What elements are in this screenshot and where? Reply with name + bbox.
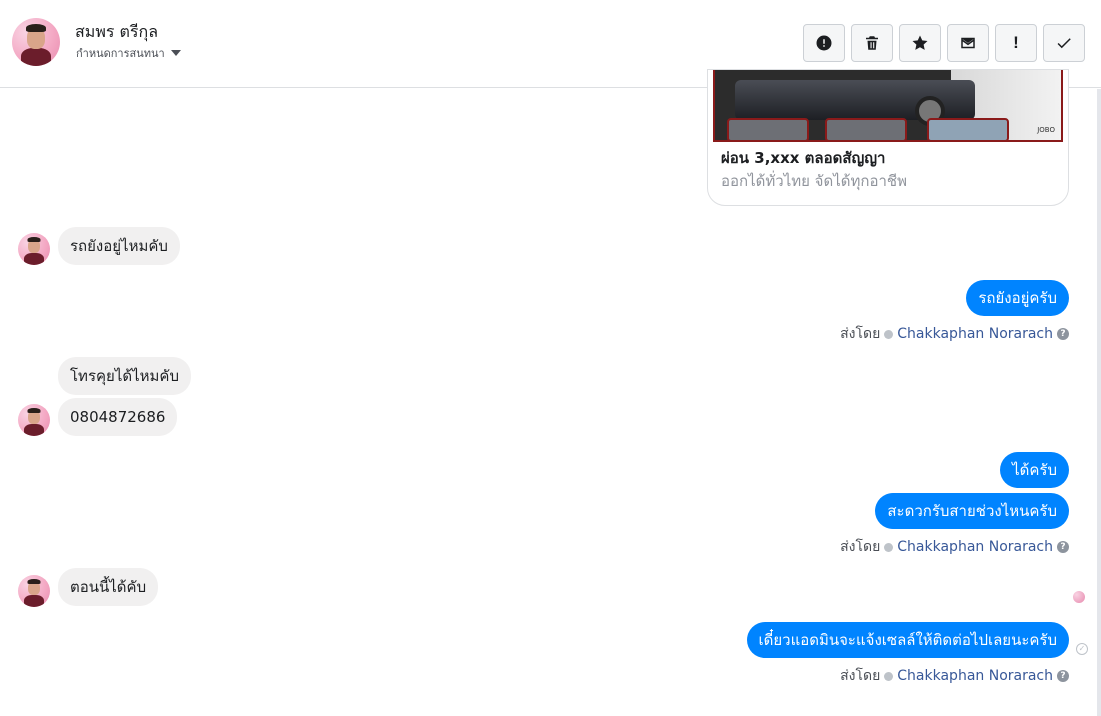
card-title: ผ่อน 3,xxx ตลอดสัญญา [721, 149, 886, 167]
exclamation-icon: ! [1013, 33, 1019, 52]
avatar-body [21, 48, 51, 66]
trash-icon [866, 36, 878, 50]
delete-button[interactable] [851, 24, 893, 62]
agent-name-link[interactable]: Chakkaphan Norarach [897, 668, 1053, 684]
assign-conversation-dropdown[interactable]: กำหนดการสนทนา [76, 44, 181, 62]
contact-avatar[interactable] [12, 18, 60, 66]
contact-avatar-small [18, 575, 50, 607]
card-subtitle: ออกได้ทั่วไทย จัดได้ทุกอาชีพ [721, 172, 907, 190]
chevron-down-icon [170, 50, 181, 56]
outgoing-message[interactable]: เดี๋ยวแอดมินจะแจ้งเซลล์ให้ติดต่อไปเลยนะค… [746, 622, 1069, 658]
page-dot-icon [884, 671, 894, 681]
star-button[interactable] [899, 24, 941, 62]
page-dot-icon [884, 542, 894, 552]
help-icon[interactable]: ? [1057, 670, 1069, 682]
sent-by-prefix: ส่งโดย [840, 539, 881, 555]
message-thread[interactable]: JOBO ผ่อน 3,xxx ตลอดสัญญา ออกได้ทั่วไทย … [0, 69, 1101, 716]
image-thumbnail [727, 118, 809, 140]
sent-by-prefix: ส่งโดย [840, 326, 881, 342]
page-dot-icon [884, 329, 894, 339]
avatar-body [24, 253, 44, 265]
incoming-message[interactable]: 0804872686 [58, 398, 178, 436]
sent-check-icon: ✓ [1076, 643, 1088, 655]
thread-scrollbar[interactable] [1097, 89, 1101, 716]
help-icon[interactable]: ? [1057, 541, 1069, 553]
seen-avatar-icon [1072, 590, 1086, 604]
image-thumbnail [825, 118, 907, 140]
image-thumbnail [927, 118, 1009, 140]
agent-name-link[interactable]: Chakkaphan Norarach [897, 539, 1053, 555]
agent-name-link[interactable]: Chakkaphan Norarach [897, 326, 1053, 342]
follow-up-button[interactable]: ! [995, 24, 1037, 62]
incoming-message[interactable]: รถยังอยู่ไหมคับ [58, 227, 180, 265]
assign-conversation-label: กำหนดการสนทนา [76, 47, 165, 60]
avatar-hair [27, 408, 41, 413]
incoming-message[interactable]: โทรคุยได้ไหมคับ [58, 357, 191, 395]
envelope-icon [961, 37, 975, 49]
check-icon [1057, 38, 1071, 49]
contact-name[interactable]: สมพร ตรีกุล [75, 20, 158, 45]
outgoing-message[interactable]: รถยังอยู่ครับ [966, 280, 1069, 316]
mark-spam-button[interactable] [803, 24, 845, 62]
contact-avatar-small [18, 233, 50, 265]
sent-by-line: ส่งโดย Chakkaphan Norarach ? [840, 665, 1069, 687]
car-image: JOBO [713, 70, 1063, 142]
sent-by-prefix: ส่งโดย [840, 668, 881, 684]
avatar-body [24, 595, 44, 607]
sent-by-line: ส่งโดย Chakkaphan Norarach ? [840, 536, 1069, 558]
mark-unread-button[interactable] [947, 24, 989, 62]
spam-icon [816, 35, 832, 51]
contact-avatar-small [18, 404, 50, 436]
brand-watermark: JOBO [1037, 126, 1055, 134]
sent-by-line: ส่งโดย Chakkaphan Norarach ? [840, 323, 1069, 345]
conversation-toolbar: ! [803, 24, 1085, 62]
avatar-hair [26, 24, 46, 32]
outgoing-message[interactable]: สะดวกรับสายช่วงไหนครับ [875, 493, 1069, 529]
star-icon [912, 35, 928, 50]
incoming-message[interactable]: ตอนนี้ได้คับ [58, 568, 159, 606]
avatar-hair [27, 579, 41, 584]
help-icon[interactable]: ? [1057, 328, 1069, 340]
outgoing-message[interactable]: ได้ครับ [1000, 452, 1069, 488]
mark-done-button[interactable] [1043, 24, 1085, 62]
avatar-hair [27, 237, 41, 242]
shared-post-card[interactable]: JOBO ผ่อน 3,xxx ตลอดสัญญา ออกได้ทั่วไทย … [707, 69, 1069, 206]
avatar-body [24, 424, 44, 436]
